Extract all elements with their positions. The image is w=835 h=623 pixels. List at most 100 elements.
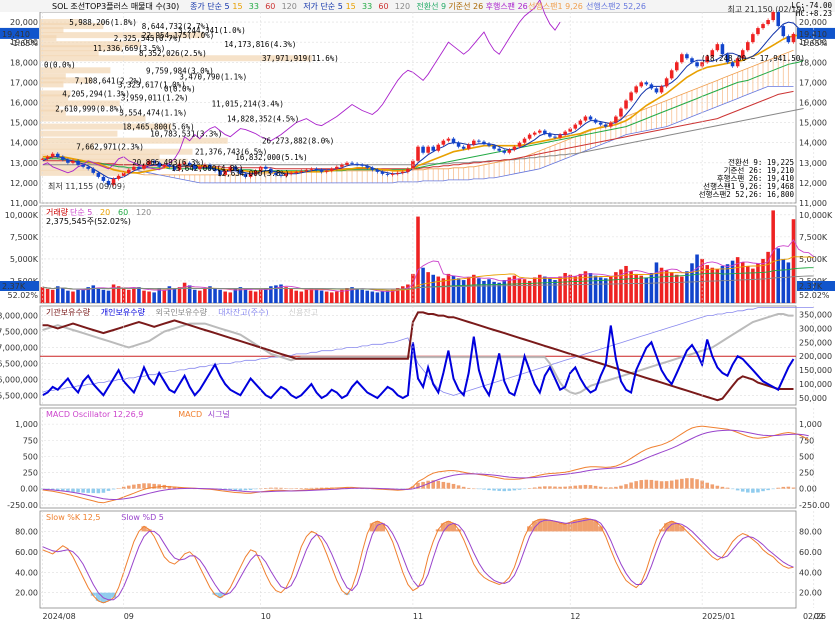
macd-axis-tick-right: 0.00: [799, 485, 817, 494]
volume-bar: [203, 288, 207, 303]
volume-profile-label: 5,988,206(1.8%): [69, 18, 137, 27]
candle-body: [593, 119, 598, 123]
candle-body: [350, 162, 354, 164]
candle-body: [619, 108, 623, 117]
volume-bar: [365, 290, 370, 303]
candle-body: [548, 133, 552, 137]
candle-body: [487, 143, 491, 146]
investor-legend-item: 개인보유수량: [101, 307, 146, 317]
price-legend-item: 선행스팬2 52,26: [586, 1, 646, 11]
stock-chart-svg[interactable]: 20,000 20,00019,000 19,00018,000 18,00017,0…: [0, 0, 835, 623]
candle-body: [588, 116, 593, 120]
volume-bar: [644, 277, 649, 303]
candle-body: [624, 100, 628, 109]
price-axis-tick-right: 20,000: [799, 18, 827, 27]
candle-body: [294, 171, 299, 173]
volume-profile-label: 3,959,011(1.2%): [121, 93, 189, 102]
macd-oscillator-bar: [137, 483, 141, 489]
candle-body: [365, 165, 370, 168]
volume-bar: [172, 288, 177, 303]
volume-bar: [537, 274, 542, 303]
volume-bar: [319, 290, 324, 303]
price-axis-tick-left: 16,000: [10, 98, 38, 107]
volume-legend-item: 단순 5: [70, 207, 92, 217]
price-legend-item: 15: [346, 2, 356, 11]
volume-bar: [730, 260, 735, 303]
candle-body: [751, 34, 755, 43]
macd-oscillator-bar: [573, 485, 578, 489]
volume-profile-label: 4,205,294(1.3%): [62, 89, 130, 98]
price-legend-item: 15: [232, 2, 242, 11]
volume-bar: [76, 289, 80, 303]
macd-oscillator-bar: [487, 488, 491, 491]
price-axis-tick-left: 15,000: [10, 119, 38, 128]
candle-body: [669, 70, 674, 79]
investor-tick-right: 150,000: [799, 366, 832, 375]
candle-body: [40, 158, 45, 160]
volume-bar: [674, 274, 679, 303]
macd-oscillator-bar: [751, 488, 755, 493]
macd-oscillator-bar: [771, 488, 775, 490]
volume-bar: [55, 286, 60, 303]
volume-bar: [781, 258, 786, 303]
macd-axis-tick-right: 1,000: [799, 420, 822, 429]
volume-bar: [233, 288, 238, 303]
candle-body: [370, 167, 375, 170]
stoch-axis-tick-right: 20.00: [799, 589, 822, 598]
macd-oscillator-bar: [106, 488, 111, 491]
candle-body: [55, 153, 60, 157]
stoch-legend-item: Slow %D 5: [121, 513, 164, 522]
candle-body: [695, 62, 699, 67]
investor-tick-right: 300,000: [799, 324, 832, 333]
price-axis-tick-right: 16,000: [799, 98, 827, 107]
investor-tick-left: 16,500,000: [0, 359, 38, 368]
price-legend-item: 저가 단순 5: [303, 1, 343, 11]
macd-oscillator-bar: [735, 488, 740, 491]
macd-oscillator-bar: [537, 486, 542, 489]
volume-bar: [223, 291, 227, 303]
x-tick-label: 11: [413, 612, 423, 621]
macd-oscillator-bar: [238, 488, 243, 491]
macd-axis-tick-right: 500: [799, 452, 814, 461]
volume-bar: [299, 291, 304, 303]
candle-body: [472, 140, 476, 145]
macd-oscillator-bar: [142, 483, 146, 489]
candle-body: [426, 146, 430, 153]
volume-bar: [147, 291, 151, 303]
volume-bar: [127, 289, 131, 303]
price-axis-tick-right: 12,000: [799, 179, 827, 188]
volume-bar: [81, 288, 85, 303]
volume-bar: [329, 292, 334, 303]
macd-oscillator-bar: [116, 488, 121, 489]
volume-axis-tick-left: 5,000K: [10, 255, 39, 264]
volume-bar: [96, 288, 101, 303]
volume-bar: [502, 280, 507, 303]
macd-axis-tick-left: 250: [23, 469, 38, 478]
macd-oscillator-bar: [578, 485, 583, 489]
macd-oscillator-bar: [776, 487, 781, 489]
candle-body: [406, 168, 410, 172]
candle-body: [66, 159, 70, 163]
candle-body: [644, 82, 649, 85]
candle-body: [492, 145, 496, 149]
macd-axis-tick-right: 750: [799, 436, 814, 445]
volume-bar: [558, 276, 562, 303]
price-legend-item: 기준선 26: [448, 2, 483, 11]
macd-legend-item: MACD: [178, 410, 202, 419]
candle-body: [756, 28, 760, 35]
macd-oscillator-bar: [451, 483, 456, 489]
price-axis-tick-right: 13,000: [799, 159, 827, 168]
volume-axis-tick-right: 10,000K: [799, 211, 833, 220]
price-axis-tick-left: 11,000: [10, 199, 38, 208]
volume-bar: [720, 265, 725, 303]
volume-bar: [522, 279, 527, 303]
volume-bar: [690, 263, 694, 303]
macd-oscillator-bar: [680, 478, 684, 489]
candle-body: [314, 168, 319, 170]
macd-oscillator-bar: [619, 485, 623, 489]
volume-bar: [385, 290, 390, 303]
volume-bar: [553, 280, 557, 303]
volume-bar: [487, 279, 491, 303]
candle-body: [614, 116, 618, 123]
volume-profile-label: 3,470,790(1.1%): [179, 72, 247, 81]
